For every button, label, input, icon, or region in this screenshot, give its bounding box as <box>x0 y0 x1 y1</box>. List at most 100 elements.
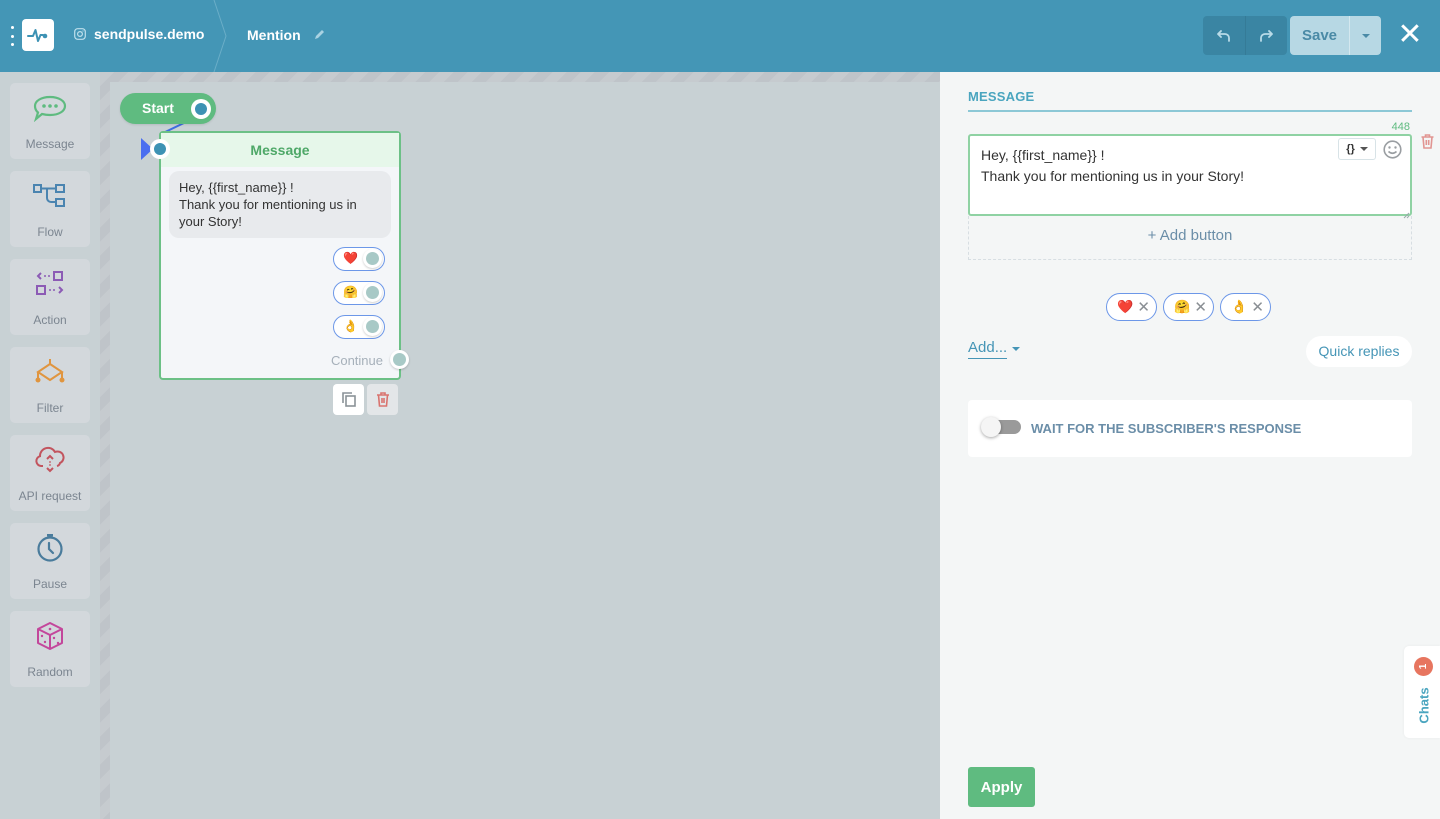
start-label: Start <box>142 100 174 116</box>
delete-node-button[interactable] <box>367 384 398 415</box>
undo-icon <box>1216 29 1230 42</box>
title-underline <box>968 110 1412 112</box>
tool-label: Random <box>27 665 73 679</box>
pulse-icon <box>27 29 48 42</box>
quick-reply-emoji: 🤗 <box>343 285 358 299</box>
quick-reply-chip[interactable]: 👌 ✕ <box>1220 293 1271 321</box>
tool-api-request[interactable]: API request <box>10 435 90 511</box>
redo-button[interactable] <box>1244 16 1288 55</box>
redo-icon <box>1260 29 1274 42</box>
continue-port[interactable] <box>390 350 409 369</box>
continue-label: Continue <box>330 353 383 368</box>
tool-filter[interactable]: Filter <box>10 347 90 423</box>
filter-icon <box>35 359 65 383</box>
menu-dots-icon[interactable] <box>10 26 14 46</box>
trash-icon <box>376 392 389 407</box>
canvas-border-stripe <box>100 72 110 819</box>
quick-reply-emoji: 🤗 <box>1174 299 1191 314</box>
output-port[interactable] <box>363 249 382 268</box>
tool-label: API request <box>18 489 82 503</box>
remove-icon[interactable]: ✕ <box>1137 298 1150 316</box>
add-link-label: Add... <box>968 339 1008 359</box>
instagram-icon <box>74 28 86 40</box>
account-name: sendpulse.demo <box>94 26 205 42</box>
quick-reply-chip[interactable]: ❤️ ✕ <box>1106 293 1157 321</box>
output-port[interactable] <box>191 99 211 119</box>
chats-tab[interactable]: 1 Chats <box>1404 646 1440 738</box>
panel-title: MESSAGE <box>968 89 1035 104</box>
input-port[interactable] <box>150 139 170 159</box>
apply-button[interactable]: Apply <box>968 767 1035 807</box>
tool-flow[interactable]: Flow <box>10 171 90 247</box>
add-button[interactable]: + Add button <box>968 216 1412 260</box>
quick-reply-pill[interactable]: 🤗 <box>333 281 385 305</box>
remove-icon[interactable]: ✕ <box>1251 298 1264 316</box>
quick-reply-emoji: 👌 <box>1231 299 1248 314</box>
canvas-border-stripe <box>100 72 940 82</box>
quick-replies-list: ❤️ ✕ 🤗 ✕ 👌 ✕ <box>1106 293 1271 321</box>
chevron-down-icon <box>1361 33 1370 38</box>
properties-panel: MESSAGE 448 Hey, {{first_name}} ! Thank … <box>940 72 1440 819</box>
chats-label: Chats <box>1416 687 1432 724</box>
wait-response-card: WAIT FOR THE SUBSCRIBER'S RESPONSE <box>968 400 1412 457</box>
save-group: Save <box>1290 16 1381 55</box>
account-selector[interactable]: sendpulse.demo <box>74 26 204 42</box>
top-bar: sendpulse.demo Mention Save ✕ <box>0 0 1440 72</box>
element-toolbar: Message Flow Action Filter API request P… <box>0 72 100 819</box>
emoji-picker-button[interactable] <box>1383 140 1402 164</box>
unread-badge: 1 <box>1414 657 1433 676</box>
quick-reply-emoji: ❤️ <box>343 251 358 265</box>
wait-response-label: WAIT FOR THE SUBSCRIBER'S RESPONSE <box>1031 421 1302 436</box>
flow-icon <box>33 184 65 207</box>
tool-random[interactable]: Random <box>10 611 90 687</box>
cloud-api-icon <box>35 446 65 473</box>
app-logo[interactable] <box>22 19 54 51</box>
chat-bubble-icon <box>33 95 67 122</box>
delete-message-button[interactable] <box>1421 134 1434 154</box>
char-counter: 448 <box>1391 121 1410 133</box>
chevron-down-icon <box>1012 347 1021 351</box>
quick-reply-pill[interactable]: ❤️ <box>333 247 385 271</box>
tool-label: Message <box>25 137 75 151</box>
history-controls <box>1203 16 1287 55</box>
output-port[interactable] <box>363 317 382 336</box>
copy-icon <box>341 392 356 407</box>
flow-name: Mention <box>247 27 301 43</box>
tool-pause[interactable]: Pause <box>10 523 90 599</box>
save-button[interactable]: Save <box>1290 16 1349 55</box>
tool-label: Action <box>33 313 67 327</box>
tool-label: Flow <box>37 225 63 239</box>
quick-replies-button[interactable]: Quick replies <box>1306 336 1412 367</box>
close-button[interactable]: ✕ <box>1396 20 1424 50</box>
node-title: Message <box>161 133 399 167</box>
remove-icon[interactable]: ✕ <box>1194 298 1207 316</box>
smiley-icon <box>1383 140 1402 159</box>
wait-response-toggle[interactable] <box>981 417 1021 437</box>
tool-message[interactable]: Message <box>10 83 90 159</box>
stopwatch-icon <box>37 534 63 562</box>
save-options-dropdown[interactable] <box>1349 16 1381 55</box>
tool-action[interactable]: Action <box>10 259 90 335</box>
insert-variable-button[interactable]: {} <box>1338 138 1376 160</box>
action-icon <box>36 271 64 295</box>
pencil-icon[interactable] <box>313 29 325 41</box>
quick-reply-emoji: ❤️ <box>1117 299 1134 314</box>
breadcrumb-separator <box>213 0 227 72</box>
trash-icon <box>1421 134 1434 149</box>
tool-label: Pause <box>32 577 68 591</box>
chevron-down-icon <box>1359 147 1368 151</box>
duplicate-node-button[interactable] <box>333 384 364 415</box>
tool-label: Filter <box>36 401 64 415</box>
quick-reply-chip[interactable]: 🤗 ✕ <box>1163 293 1214 321</box>
flow-title: Mention <box>247 27 325 43</box>
dice-icon <box>37 622 63 650</box>
quick-reply-pill[interactable]: 👌 <box>333 315 385 339</box>
output-port[interactable] <box>363 283 382 302</box>
quick-reply-emoji: 👌 <box>343 319 358 333</box>
message-bubble: Hey, {{first_name}} ! Thank you for ment… <box>169 171 391 238</box>
variables-icon: {} <box>1346 143 1355 155</box>
undo-button[interactable] <box>1203 16 1245 55</box>
add-content-dropdown[interactable]: Add... <box>968 339 1021 359</box>
start-node[interactable]: Start <box>120 93 216 124</box>
message-node[interactable]: Message Hey, {{first_name}} ! Thank you … <box>159 131 409 380</box>
